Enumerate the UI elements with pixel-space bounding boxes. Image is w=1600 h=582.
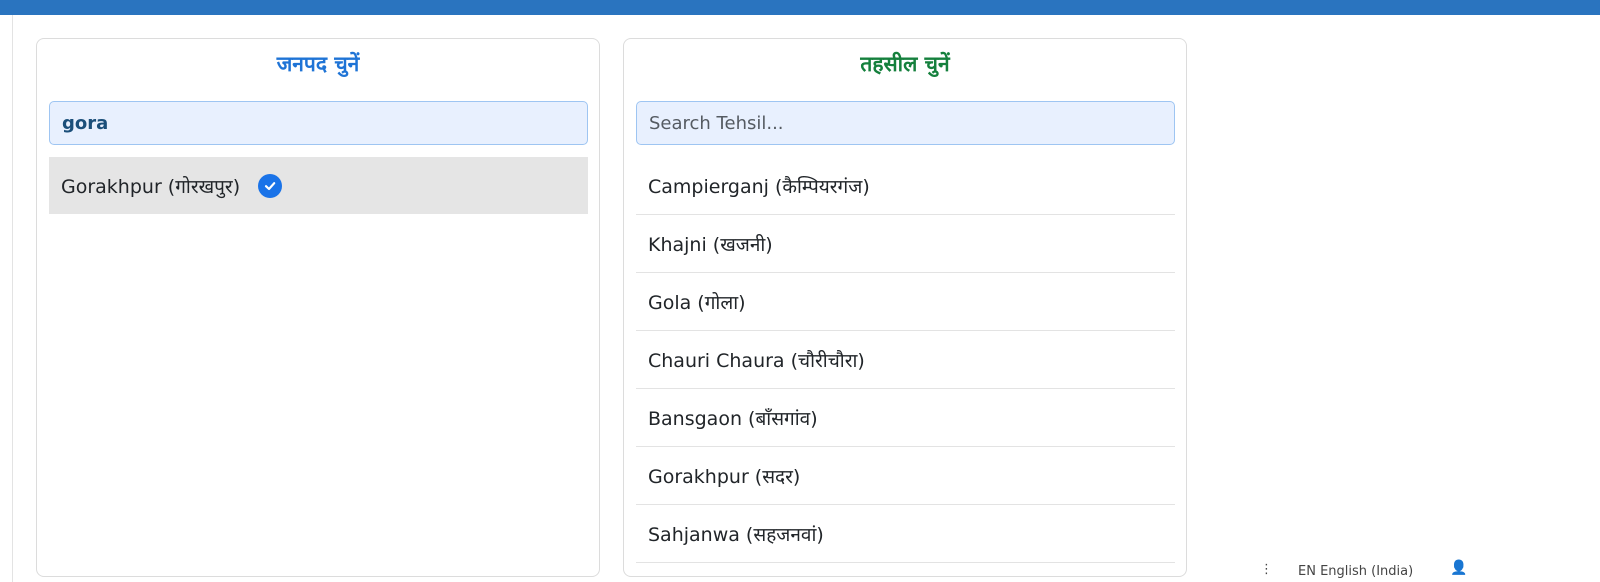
tehsil-panel: तहसील चुनें Campierganj (कैम्पियरगंज) Kh… xyxy=(623,38,1187,577)
tehsil-panel-title: तहसील चुनें xyxy=(860,52,950,76)
language-indicator[interactable]: EN English (India) xyxy=(1298,564,1413,579)
district-item-label: Gorakhpur (गोरखपुर) xyxy=(61,175,241,198)
page-edge-divider xyxy=(12,15,13,582)
tehsil-item[interactable]: Gorakhpur (सदर) xyxy=(636,447,1175,505)
footer-peek: ⋮ EN English (India) 👤 xyxy=(1260,560,1500,582)
district-panel: जनपद चुनें Gorakhpur (गोरखपुर) xyxy=(36,38,600,577)
district-item-selected[interactable]: Gorakhpur (गोरखपुर) xyxy=(49,157,588,214)
user-icon[interactable]: 👤 xyxy=(1450,560,1467,576)
tehsil-item[interactable]: Bansgaon (बाँसगांव) xyxy=(636,389,1175,447)
tehsil-item[interactable]: Chauri Chaura (चौरीचौरा) xyxy=(636,331,1175,389)
tehsil-list: Campierganj (कैम्पियरगंज) Khajni (खजनी) … xyxy=(636,157,1175,563)
tehsil-search-input[interactable] xyxy=(636,101,1175,145)
tehsil-item[interactable]: Gola (गोला) xyxy=(636,273,1175,331)
top-bar xyxy=(0,0,1600,15)
more-vertical-icon[interactable]: ⋮ xyxy=(1260,562,1273,577)
check-circle-icon xyxy=(258,173,283,198)
district-panel-title: जनपद चुनें xyxy=(276,52,360,76)
tehsil-item[interactable]: Khajni (खजनी) xyxy=(636,215,1175,273)
district-search-input[interactable] xyxy=(49,101,588,145)
tehsil-item[interactable]: Sahjanwa (सहजनवां) xyxy=(636,505,1175,563)
tehsil-item[interactable]: Campierganj (कैम्पियरगंज) xyxy=(636,157,1175,215)
